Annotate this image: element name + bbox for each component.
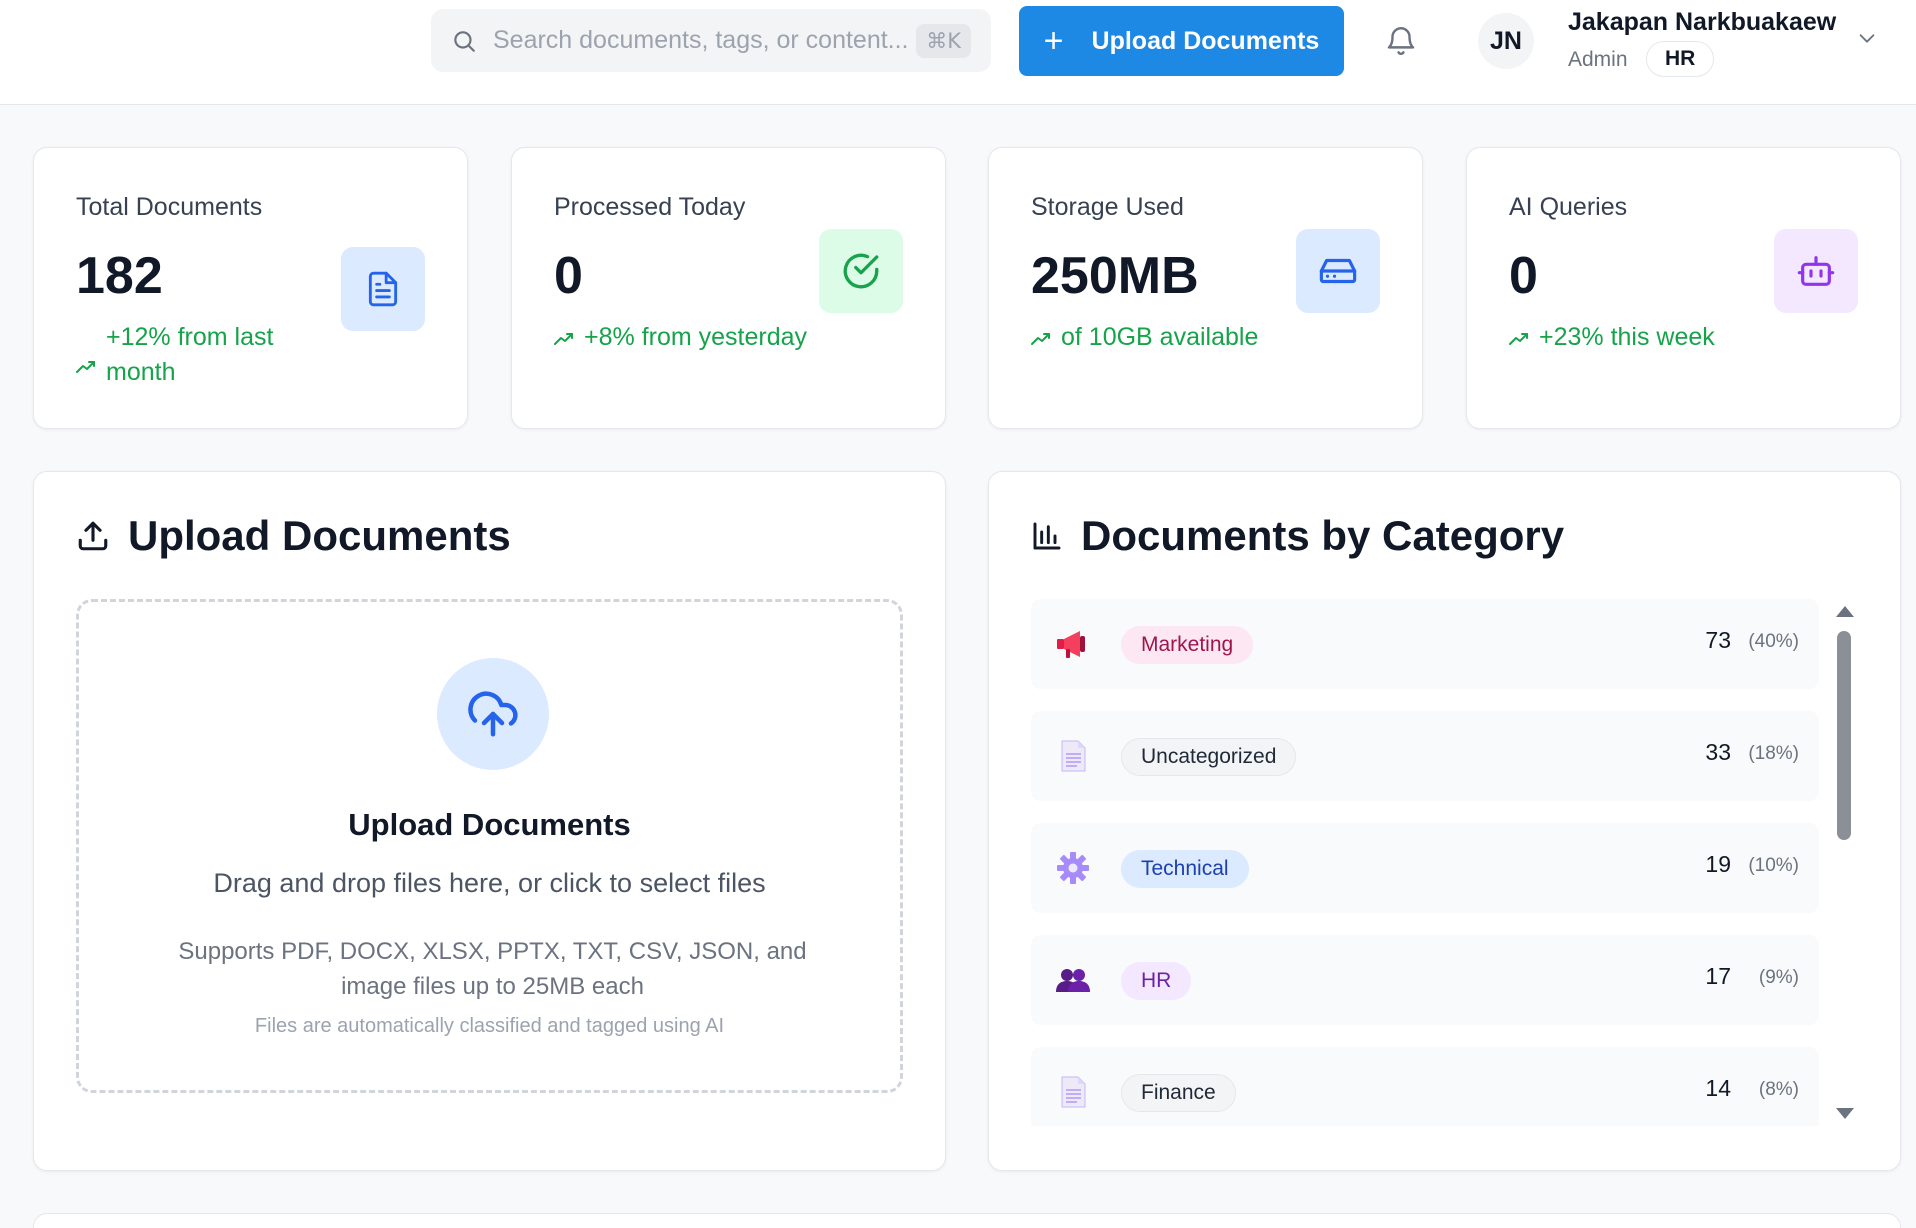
stat-icon-badge	[341, 247, 425, 331]
category-count: 73	[1705, 627, 1731, 653]
stat-card-total-documents: Total Documents 182 +12% from last month	[33, 147, 468, 429]
stat-label: Processed Today	[554, 193, 746, 221]
stat-icon-badge	[819, 229, 903, 313]
upload-icon	[78, 521, 108, 551]
stat-trend-text: +8% from yesterday	[584, 323, 808, 351]
stat-label: AI Queries	[1509, 193, 1628, 221]
scroll-down-arrow[interactable]	[1836, 1108, 1854, 1119]
stat-trend: +8% from yesterday	[554, 320, 894, 355]
trending-up-icon	[1509, 333, 1528, 345]
stat-card-ai-queries: AI Queries 0 +23% this week	[1466, 147, 1901, 429]
category-row-finance[interactable]: Finance 14 (8%)	[1031, 1047, 1819, 1126]
upload-button-label: Upload Documents	[1091, 26, 1320, 55]
scrollbar-thumb[interactable]	[1837, 631, 1851, 840]
category-tag: Marketing	[1121, 626, 1254, 664]
upload-documents-button[interactable]: + Upload Documents	[1019, 6, 1344, 76]
category-row-hr[interactable]: HR 17 (9%)	[1031, 935, 1819, 1025]
category-row-uncategorized[interactable]: Uncategorized 33 (18%)	[1031, 711, 1819, 801]
search-icon	[454, 30, 475, 52]
user-department-badge: HR	[1646, 41, 1715, 77]
stat-trend: of 10GB available	[1031, 320, 1371, 355]
stat-label: Total Documents	[76, 193, 263, 221]
check-circle-icon	[843, 253, 879, 289]
category-count: 17	[1705, 963, 1731, 989]
category-count: 14	[1705, 1075, 1731, 1101]
stat-value: 0	[554, 247, 583, 305]
stat-card-processed-today: Processed Today 0 +8% from yesterday	[511, 147, 946, 429]
trending-up-icon	[76, 361, 95, 373]
top-bar: ⌘K + Upload Documents JN Jakapan Narkbua…	[0, 0, 1916, 105]
category-percent: (10%)	[1748, 855, 1799, 876]
stat-card-storage-used: Storage Used 250MB of 10GB available	[988, 147, 1423, 429]
stat-value: 250MB	[1031, 247, 1199, 305]
stat-trend-text: +23% this week	[1539, 323, 1715, 351]
category-tag: Uncategorized	[1121, 738, 1297, 776]
stat-trend-text: of 10GB available	[1061, 323, 1259, 351]
hard-drive-icon	[1319, 258, 1357, 284]
dropzone-subtitle: Drag and drop files here, or click to se…	[213, 868, 766, 898]
stat-trend-text: +12% from last month	[106, 323, 274, 386]
dropzone-title: Upload Documents	[348, 807, 631, 842]
scroll-up-arrow[interactable]	[1836, 606, 1854, 617]
cloud-upload-icon	[468, 691, 518, 737]
trending-up-icon	[554, 333, 573, 345]
search-shortcut-badge: ⌘K	[916, 23, 971, 58]
page-icon	[1061, 740, 1086, 772]
category-percent: (9%)	[1758, 967, 1799, 988]
category-count: 33	[1705, 739, 1731, 765]
file-dropzone[interactable]: Upload Documents Drag and drop files her…	[76, 599, 903, 1093]
chevron-down-icon[interactable]	[1856, 27, 1878, 49]
search-input[interactable]	[493, 26, 917, 55]
category-tag: Technical	[1121, 850, 1249, 888]
gear-icon	[1057, 852, 1089, 884]
dropzone-note: Files are automatically classified and t…	[254, 1015, 725, 1037]
trending-up-icon	[1031, 333, 1050, 345]
upload-panel-title: Upload Documents	[128, 512, 511, 559]
panel-title: Documents by Category	[1031, 512, 1564, 560]
category-count: 19	[1705, 851, 1731, 877]
dropzone-supported-formats: Supports PDF, DOCX, XLSX, PPTX, TXT, CSV…	[178, 938, 807, 1000]
user-role: Admin	[1568, 48, 1628, 71]
page-icon	[1061, 1076, 1086, 1108]
plus-icon: +	[1043, 22, 1064, 60]
stat-icon-badge	[1296, 229, 1380, 313]
category-list[interactable]: Marketing 73 (40%) Uncategorized 33 (18%…	[1031, 599, 1819, 1126]
category-tag: HR	[1121, 962, 1192, 1000]
megaphone-icon	[1057, 631, 1085, 658]
category-tag: Finance	[1121, 1074, 1236, 1112]
search-box[interactable]: ⌘K	[431, 9, 991, 72]
stat-trend: +12% from last month	[76, 320, 326, 390]
category-row-technical[interactable]: Technical 19 (10%)	[1031, 823, 1819, 913]
category-percent: (40%)	[1748, 631, 1799, 652]
stat-label: Storage Used	[1031, 193, 1184, 221]
next-panel-edge	[33, 1213, 1901, 1228]
stat-icon-badge	[1774, 229, 1858, 313]
category-panel-title: Documents by Category	[1081, 512, 1565, 559]
people-icon	[1056, 969, 1090, 992]
category-row-marketing[interactable]: Marketing 73 (40%)	[1031, 599, 1819, 689]
document-icon	[368, 271, 398, 307]
dropzone-icon-circle	[437, 658, 549, 770]
stat-value: 182	[76, 247, 163, 305]
user-name: Jakapan Narkbuakaew	[1568, 8, 1837, 36]
category-percent: (18%)	[1748, 743, 1799, 764]
bar-chart-icon	[1033, 522, 1061, 550]
bell-icon[interactable]	[1384, 24, 1418, 58]
stat-value: 0	[1509, 247, 1538, 305]
stat-trend: +23% this week	[1509, 320, 1849, 355]
bot-icon	[1797, 256, 1835, 286]
panel-title: Upload Documents	[76, 512, 511, 560]
avatar[interactable]: JN	[1478, 13, 1534, 69]
category-percent: (8%)	[1758, 1079, 1799, 1100]
